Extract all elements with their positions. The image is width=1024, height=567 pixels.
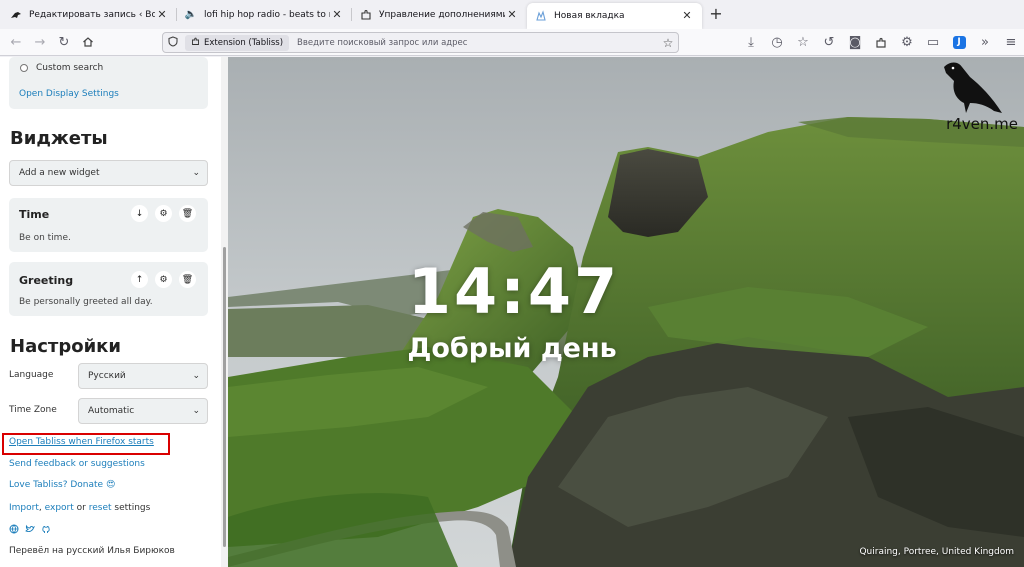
timezone-value: Automatic	[88, 406, 135, 416]
tab-title: Новая вкладка	[554, 11, 625, 21]
undo-history-icon[interactable]: ↺	[816, 32, 842, 54]
or-text: or	[76, 503, 86, 513]
globe-icon[interactable]	[9, 524, 19, 537]
timezone-label: Time Zone	[9, 405, 57, 415]
custom-search-label: Custom search	[36, 63, 104, 73]
gear-icon[interactable]: ⚙	[155, 271, 172, 288]
reset-link[interactable]: reset	[89, 503, 112, 513]
close-icon[interactable]: ✕	[155, 8, 169, 22]
tab-strip: Редактировать запись ‹ Воронин ✕ 🔈 lofi …	[0, 0, 1024, 29]
hamburger-menu-icon[interactable]: ≡	[998, 32, 1024, 54]
tab-lofi-radio[interactable]: 🔈 lofi hip hop radio - beats to relax/st…	[177, 0, 352, 29]
speaker-icon: 🔈	[184, 9, 198, 20]
tab-title: lofi hip hop radio - beats to relax/st	[204, 9, 330, 20]
import-export-line: Import, export or reset settings	[9, 503, 150, 513]
settings-sidebar: Custom search Open Display Settings Видж…	[0, 57, 221, 567]
social-links	[9, 524, 51, 537]
tab-addons[interactable]: Управление дополнениями ✕	[352, 0, 527, 29]
address-bar[interactable]: Extension (Tabliss) Введите поисковый за…	[162, 32, 679, 53]
extension-identity-badge[interactable]: Extension (Tabliss)	[185, 34, 290, 51]
language-select[interactable]: Русский ⌄	[78, 363, 208, 389]
tab-title: Управление дополнениями	[379, 9, 505, 20]
tab-title: Редактировать запись ‹ Воронин	[29, 9, 155, 20]
open-tabliss-on-start-link[interactable]: Open Tabliss when Firefox starts	[9, 437, 154, 447]
export-link[interactable]: export	[45, 503, 74, 513]
timezone-select[interactable]: Automatic ⌄	[78, 398, 208, 424]
new-tab-button[interactable]: +	[702, 0, 730, 29]
raven-logo-icon	[936, 59, 1006, 123]
widget-desc: Be on time.	[19, 233, 71, 243]
tab-edit-post[interactable]: Редактировать запись ‹ Воронин ✕	[2, 0, 177, 29]
home-icon[interactable]	[76, 31, 100, 53]
move-up-arrow-icon[interactable]: ↑	[131, 271, 148, 288]
settings-word: settings	[114, 503, 151, 513]
language-value: Русский	[88, 371, 126, 381]
private-mask-icon[interactable]: ◙	[842, 32, 868, 54]
nav-bar: ← → ↻ Extension (Tabliss) Введите поиско…	[0, 29, 1024, 56]
url-placeholder: Введите поисковый запрос или адрес	[297, 37, 468, 48]
custom-search-option[interactable]: Custom search	[20, 63, 103, 73]
extensions-puzzle-icon[interactable]	[868, 32, 894, 54]
donate-link[interactable]: Love Tabliss? Donate 😍	[9, 480, 115, 490]
twitter-icon[interactable]	[25, 524, 36, 537]
close-icon[interactable]: ✕	[505, 8, 519, 22]
translator-credit: Перевёл на русский Илья Бирюков	[9, 546, 175, 556]
settings-heading: Настройки	[10, 336, 122, 357]
j-extension-icon[interactable]: J	[946, 32, 972, 54]
close-icon[interactable]: ✕	[330, 8, 344, 22]
extension-label: Extension (Tabliss)	[204, 37, 284, 48]
chevron-down-icon: ⌄	[192, 406, 200, 416]
watermark-text: r4ven.me	[946, 115, 1018, 133]
gear-icon[interactable]: ⚙	[155, 205, 172, 222]
toolbar-right: ⤓ ◷ ☆ ↺ ◙ ⚙ ▭ J » ≡	[738, 29, 1024, 56]
gear-icon[interactable]: ⚙	[894, 32, 920, 54]
move-down-arrow-icon[interactable]: ↓	[131, 205, 148, 222]
close-icon[interactable]: ✕	[680, 9, 694, 23]
widgets-heading: Виджеты	[10, 128, 108, 149]
radio-button[interactable]	[20, 64, 28, 72]
photo-credit[interactable]: Quiraing, Portree, United Kingdom	[859, 547, 1014, 557]
scrollbar-thumb[interactable]	[223, 247, 226, 547]
clock-time: 14:47	[407, 255, 621, 328]
shield-icon[interactable]	[163, 35, 183, 50]
widget-card-time: Time Be on time. ↓ ⚙ 🗑	[9, 198, 208, 252]
history-clock-icon[interactable]: ◷	[764, 32, 790, 54]
greeting-text: Добрый день	[407, 333, 617, 364]
github-icon[interactable]	[41, 524, 51, 537]
raven-icon	[10, 9, 22, 21]
import-link[interactable]: Import	[9, 503, 39, 513]
send-feedback-link[interactable]: Send feedback or suggestions	[9, 459, 145, 469]
add-widget-select[interactable]: Add a new widget ⌄	[9, 160, 208, 186]
comma: ,	[38, 503, 42, 513]
language-label: Language	[9, 370, 54, 380]
trash-icon[interactable]: 🗑	[179, 205, 196, 222]
add-widget-label: Add a new widget	[19, 168, 100, 178]
puzzle-icon	[360, 9, 372, 21]
forward-arrow-icon[interactable]: →	[28, 31, 52, 53]
widget-card-greeting: Greeting Be personally greeted all day. …	[9, 262, 208, 316]
download-icon[interactable]: ⤓	[738, 32, 764, 54]
tabliss-icon	[535, 10, 547, 22]
background-photo: 14:47 Добрый день r4ven.me Quiraing, Por…	[228, 57, 1024, 567]
overflow-chevrons-icon[interactable]: »	[972, 32, 998, 54]
widget-title: Time	[19, 208, 50, 221]
star-icon[interactable]: ☆	[658, 36, 678, 50]
sidebar-scrollbar[interactable]	[221, 57, 228, 567]
screen-icon[interactable]: ▭	[920, 32, 946, 54]
puzzle-icon	[191, 37, 200, 49]
search-settings-card: Custom search Open Display Settings	[9, 57, 208, 109]
widget-title: Greeting	[19, 274, 74, 287]
open-display-settings-link[interactable]: Open Display Settings	[19, 89, 119, 99]
back-arrow-icon[interactable]: ←	[4, 31, 28, 53]
trash-icon[interactable]: 🗑	[179, 271, 196, 288]
chevron-down-icon: ⌄	[192, 168, 200, 178]
donate-label: Love Tabliss? Donate	[9, 480, 104, 490]
heart-eyes-emoji: 😍	[105, 480, 116, 490]
widget-desc: Be personally greeted all day.	[19, 297, 153, 307]
tab-new-tab[interactable]: Новая вкладка ✕	[527, 3, 702, 29]
reload-icon[interactable]: ↻	[52, 31, 76, 53]
pocket-icon[interactable]: ☆	[790, 32, 816, 54]
chevron-down-icon: ⌄	[192, 371, 200, 381]
